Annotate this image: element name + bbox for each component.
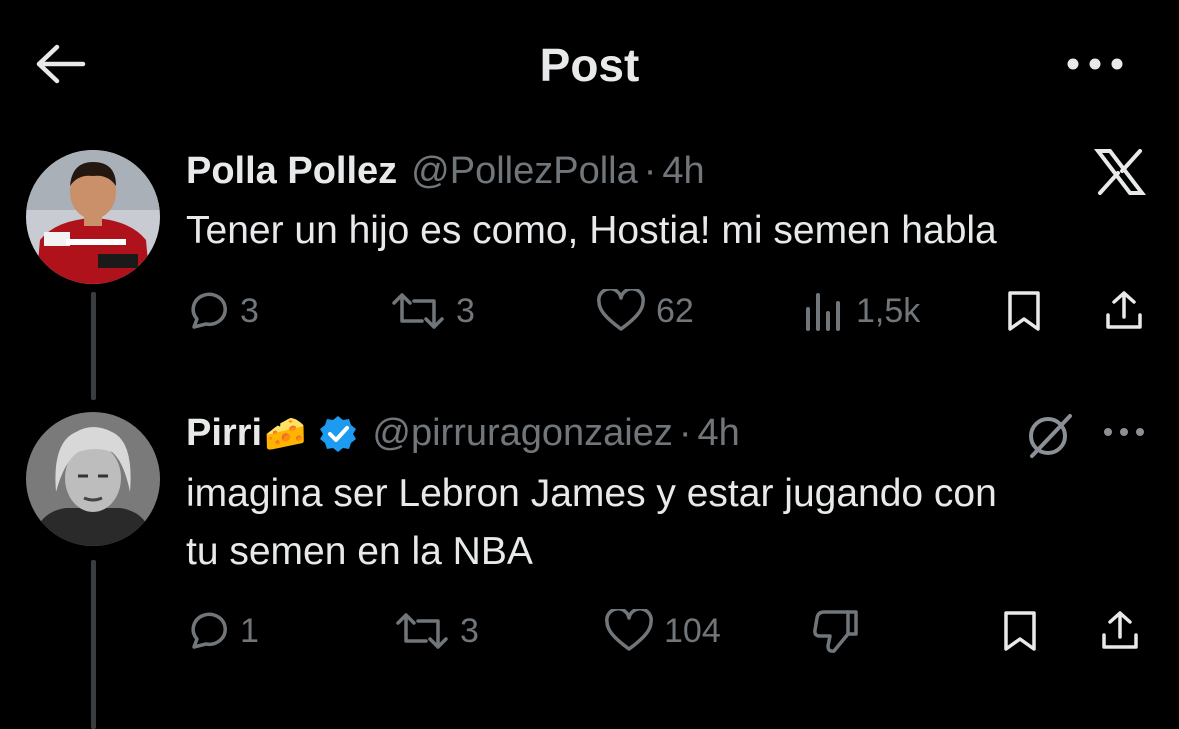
verified-badge-icon xyxy=(318,414,358,454)
like-count: 104 xyxy=(664,611,721,650)
share-icon xyxy=(1106,291,1142,329)
repost-count: 3 xyxy=(460,611,479,650)
avatar[interactable] xyxy=(26,150,160,284)
repost-button[interactable]: 3 xyxy=(390,286,475,336)
reply-count: 1 xyxy=(240,611,259,650)
views-button[interactable]: 1,5k xyxy=(802,286,920,336)
timestamp[interactable]: 4h xyxy=(698,412,740,455)
tweet-text-line: tu semen en la NBA xyxy=(186,530,533,573)
heart-icon xyxy=(605,609,653,651)
share-button[interactable] xyxy=(1098,606,1142,656)
reply-icon xyxy=(191,292,227,329)
downvote-button[interactable] xyxy=(812,606,860,656)
author-handle[interactable]: @pirruragonzaiez xyxy=(372,412,673,455)
timestamp[interactable]: 4h xyxy=(662,150,704,193)
separator: · xyxy=(643,150,657,192)
tweet-header: Pirri 🧀 @pirruragonzaiez · 4h xyxy=(186,412,740,456)
share-button[interactable] xyxy=(1102,286,1146,336)
tweet-text: imagina ser Lebron James y estar jugando… xyxy=(186,465,1146,581)
avatar[interactable] xyxy=(26,412,160,546)
reply-button[interactable]: 3 xyxy=(186,286,259,336)
heart-icon xyxy=(597,289,645,331)
bookmark-icon xyxy=(1004,611,1036,651)
thumbs-down-icon xyxy=(813,610,858,653)
bookmark-button[interactable] xyxy=(1000,606,1040,656)
more-horizontal-icon xyxy=(1104,428,1144,436)
tweet-1[interactable]: Polla Pollez @PollezPolla · 4h Tener un … xyxy=(0,0,1179,400)
repost-icon xyxy=(396,613,448,649)
author-name[interactable]: Pirri xyxy=(186,412,262,455)
repost-count: 3 xyxy=(456,291,475,330)
thread-line xyxy=(91,560,96,729)
view-count: 1,5k xyxy=(856,291,921,330)
reply-count: 3 xyxy=(240,291,259,330)
reply-icon xyxy=(191,612,227,649)
like-button[interactable]: 62 xyxy=(596,286,694,336)
repost-icon xyxy=(392,293,444,329)
action-bar: 1 3 104 xyxy=(186,606,1156,656)
like-button[interactable]: 104 xyxy=(604,606,721,656)
author-handle[interactable]: @PollezPolla xyxy=(411,150,638,193)
share-icon xyxy=(1102,611,1138,649)
thread-line xyxy=(91,292,96,400)
grok-icon[interactable] xyxy=(1024,410,1074,460)
cheese-emoji: 🧀 xyxy=(264,415,307,453)
bookmark-button[interactable] xyxy=(1004,286,1044,336)
action-bar: 3 3 62 1,5k xyxy=(186,286,1156,336)
tweet-header: Polla Pollez @PollezPolla · 4h xyxy=(186,150,705,194)
reply-button[interactable]: 1 xyxy=(186,606,259,656)
analytics-icon xyxy=(806,293,840,331)
repost-button[interactable]: 3 xyxy=(394,606,479,656)
more-options-button[interactable] xyxy=(1102,426,1146,438)
x-logo-icon xyxy=(1094,148,1146,196)
author-name[interactable]: Polla Pollez xyxy=(186,150,397,193)
tweet-2[interactable]: Pirri 🧀 @pirruragonzaiez · 4h imagina se… xyxy=(0,400,1179,729)
tweet-text-line: imagina ser Lebron James y estar jugando… xyxy=(186,472,997,515)
like-count: 62 xyxy=(656,291,694,330)
separator: · xyxy=(678,412,692,454)
bookmark-icon xyxy=(1008,291,1040,331)
tweet-text: Tener un hijo es como, Hostia! mi semen … xyxy=(186,209,997,252)
